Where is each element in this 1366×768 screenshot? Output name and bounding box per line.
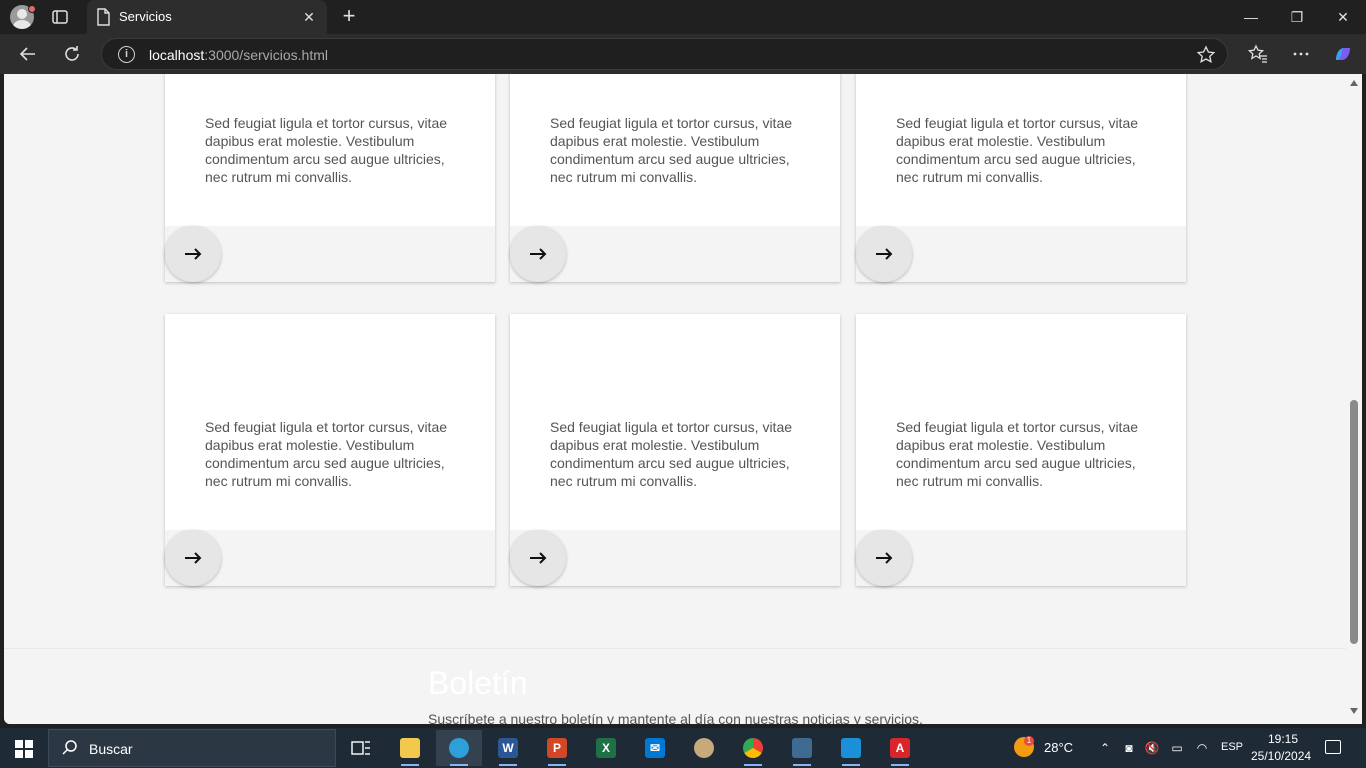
- search-placeholder: Buscar: [89, 741, 133, 757]
- close-window-button[interactable]: ✕: [1328, 4, 1358, 30]
- restore-button[interactable]: ❐: [1282, 4, 1312, 30]
- clock-date[interactable]: 25/10/2024: [1251, 749, 1311, 763]
- new-tab-button[interactable]: +: [338, 5, 360, 28]
- service-card-4: Sed feugiat ligula et tortor cursus, vit…: [165, 314, 495, 586]
- tab-servicios[interactable]: Servicios ✕: [87, 0, 327, 34]
- service-card-2: Sed feugiat ligula et tortor cursus, vit…: [510, 74, 840, 282]
- search-icon: [62, 740, 77, 755]
- arrow-right-icon: [185, 248, 202, 260]
- newsletter-subtitle: Suscríbete a nuestro boletín y mantente …: [428, 711, 923, 724]
- volume-muted-icon[interactable]: 🔇: [1144, 740, 1160, 756]
- scroll-up-arrow-icon[interactable]: [1350, 80, 1358, 86]
- more-options-icon[interactable]: [1290, 43, 1312, 65]
- weather-temperature[interactable]: 28°C: [1044, 740, 1073, 755]
- weather-badge: 1: [1024, 736, 1034, 746]
- card-description: Sed feugiat ligula et tortor cursus, vit…: [550, 419, 793, 489]
- address-bar-row: i localhost:3000/servicios.html: [0, 34, 1366, 74]
- chrome-icon[interactable]: [730, 730, 776, 766]
- paint-icon[interactable]: [681, 730, 727, 766]
- close-tab-icon[interactable]: ✕: [301, 9, 317, 25]
- arrow-right-icon: [876, 248, 893, 260]
- card-arrow-button[interactable]: [165, 530, 221, 586]
- chevron-up-icon[interactable]: ⌃: [1097, 740, 1113, 756]
- battery-icon[interactable]: ▭: [1169, 740, 1185, 756]
- browser-title-bar: Servicios ✕ + — ❐ ✕: [0, 0, 1366, 34]
- mysql-workbench-icon[interactable]: [779, 730, 825, 766]
- profile-status-dot: [28, 5, 36, 13]
- powerpoint-icon[interactable]: P: [534, 730, 580, 766]
- arrow-right-icon: [185, 552, 202, 564]
- service-card-3: Sed feugiat ligula et tortor cursus, vit…: [856, 74, 1186, 282]
- card-arrow-button[interactable]: [856, 530, 912, 586]
- vscode-icon[interactable]: [828, 730, 874, 766]
- card-description: Sed feugiat ligula et tortor cursus, vit…: [550, 115, 793, 185]
- card-description: Sed feugiat ligula et tortor cursus, vit…: [896, 419, 1139, 489]
- card-arrow-button[interactable]: [510, 226, 566, 282]
- tab-title: Servicios: [119, 9, 172, 24]
- card-description: Sed feugiat ligula et tortor cursus, vit…: [896, 115, 1139, 185]
- taskbar-search-box[interactable]: Buscar: [48, 729, 336, 767]
- mail-icon[interactable]: ✉: [632, 730, 678, 766]
- meet-now-icon[interactable]: ◙: [1121, 740, 1137, 756]
- card-arrow-button[interactable]: [165, 226, 221, 282]
- word-icon[interactable]: W: [485, 730, 531, 766]
- page-icon: [97, 8, 110, 26]
- page-viewport: Sed feugiat ligula et tortor cursus, vit…: [4, 74, 1362, 724]
- edge-icon[interactable]: [436, 730, 482, 766]
- service-card-1: Sed feugiat ligula et tortor cursus, vit…: [165, 74, 495, 282]
- clock-time[interactable]: 19:15: [1268, 732, 1298, 746]
- card-arrow-button[interactable]: [510, 530, 566, 586]
- service-card-5: Sed feugiat ligula et tortor cursus, vit…: [510, 314, 840, 586]
- url-field[interactable]: i localhost:3000/servicios.html: [101, 38, 1228, 70]
- scroll-down-arrow-icon[interactable]: [1350, 708, 1358, 714]
- scroll-thumb[interactable]: [1350, 400, 1358, 644]
- acrobat-icon[interactable]: A: [877, 730, 923, 766]
- page-scrollbar[interactable]: [1346, 74, 1362, 724]
- arrow-right-icon: [876, 552, 893, 564]
- newsletter-section: Boletín Suscríbete a nuestro boletín y m…: [4, 648, 1362, 724]
- file-explorer-icon[interactable]: [387, 730, 433, 766]
- copilot-icon[interactable]: [1332, 43, 1354, 65]
- arrow-right-icon: [530, 248, 547, 260]
- service-card-6: Sed feugiat ligula et tortor cursus, vit…: [856, 314, 1186, 586]
- newsletter-title: Boletín: [428, 665, 528, 701]
- wifi-icon[interactable]: ◠: [1194, 740, 1210, 756]
- url-text: localhost:3000/servicios.html: [149, 47, 328, 63]
- minimize-button[interactable]: —: [1236, 4, 1266, 30]
- arrow-right-icon: [530, 552, 547, 564]
- tab-actions-icon[interactable]: [50, 7, 70, 27]
- notifications-icon[interactable]: [1325, 740, 1341, 754]
- card-description: Sed feugiat ligula et tortor cursus, vit…: [205, 115, 448, 185]
- card-description: Sed feugiat ligula et tortor cursus, vit…: [205, 419, 448, 489]
- card-arrow-button[interactable]: [856, 226, 912, 282]
- windows-taskbar: Buscar W P X ✉ A 1 28°C ⌃ ◙ 🔇 ▭ ◠ ESP 19…: [0, 728, 1366, 768]
- windows-start-icon[interactable]: [15, 740, 33, 758]
- favorites-icon[interactable]: [1247, 43, 1269, 65]
- back-arrow-icon[interactable]: [17, 43, 39, 65]
- site-info-icon[interactable]: i: [118, 46, 135, 63]
- task-view-icon[interactable]: [338, 730, 384, 766]
- language-indicator[interactable]: ESP: [1221, 741, 1243, 753]
- reload-icon[interactable]: [61, 43, 83, 65]
- favorite-star-icon[interactable]: [1196, 45, 1216, 65]
- excel-icon[interactable]: X: [583, 730, 629, 766]
